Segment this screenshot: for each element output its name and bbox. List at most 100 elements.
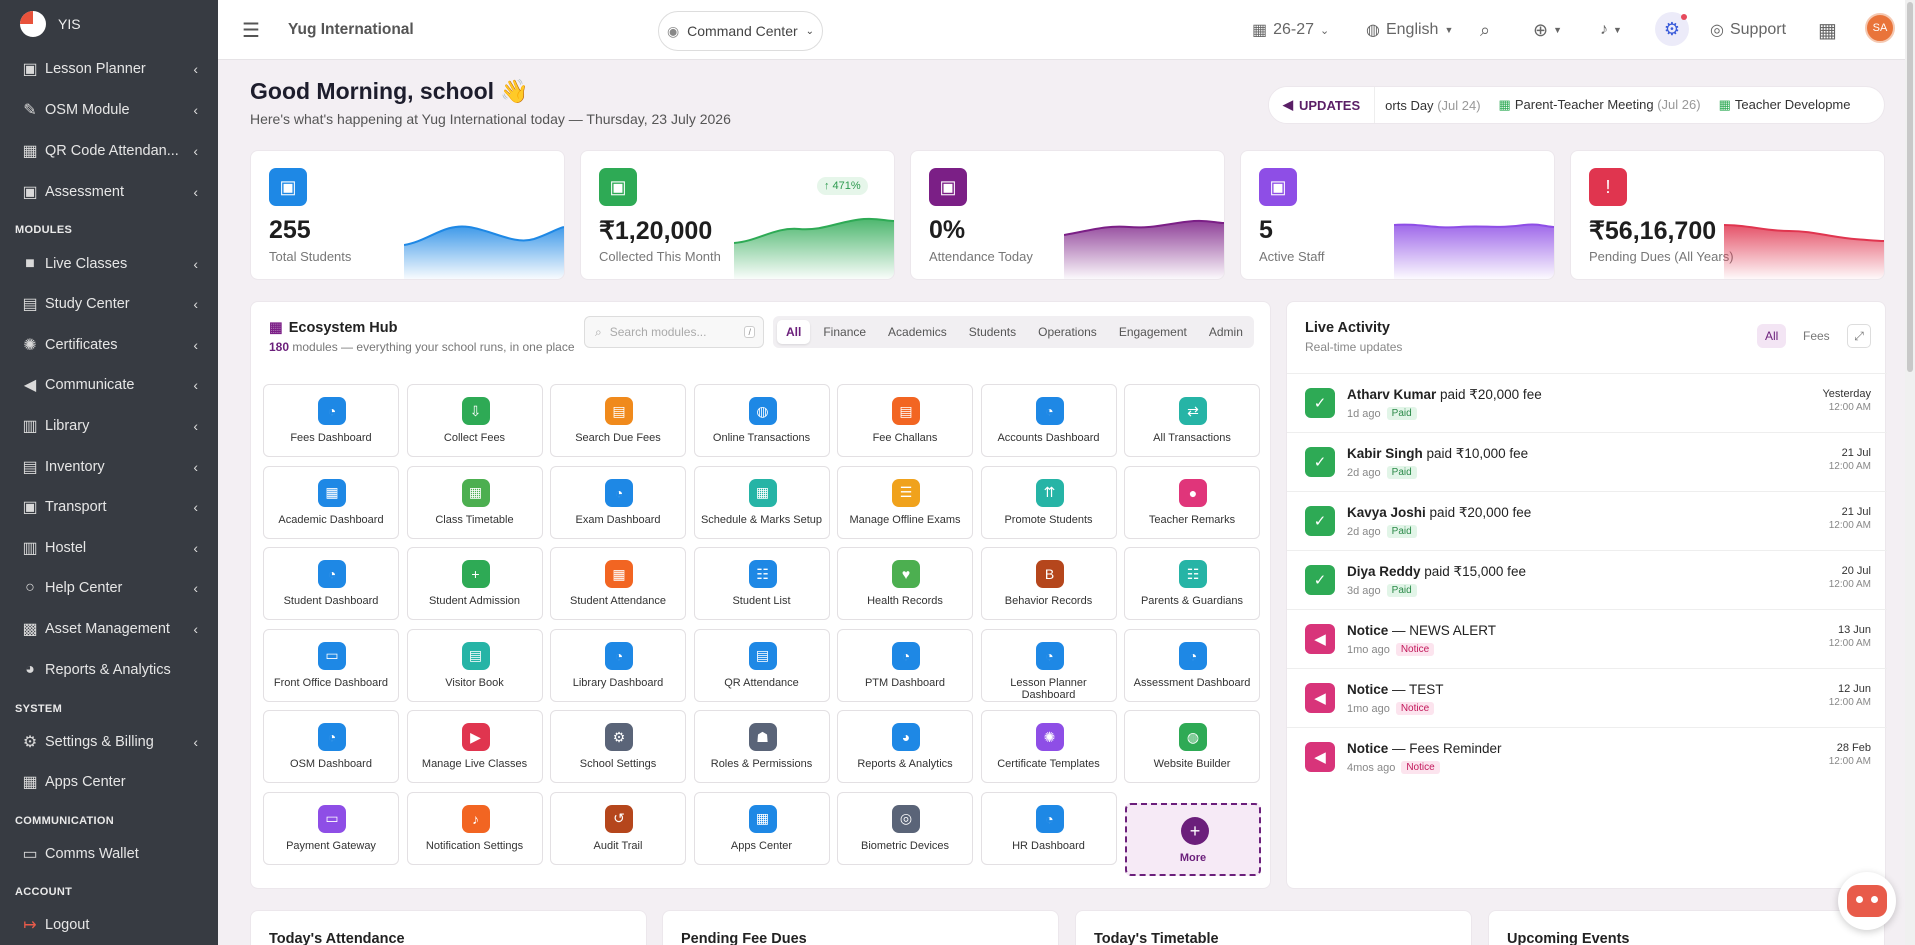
search-icon[interactable]: ⌕ <box>1480 0 1490 60</box>
module-tile[interactable]: ▤ Visitor Book <box>406 628 543 702</box>
module-tile[interactable]: ◔ Library Dashboard <box>550 628 686 702</box>
module-tile[interactable]: ☗ Roles & Permissions <box>693 710 830 783</box>
activity-item[interactable]: ✓ Atharv Kumar paid ₹20,000 fee 1d ago Paid… <box>1287 373 1887 432</box>
module-tile[interactable]: ▤ Search Due Fees <box>550 384 686 457</box>
user-avatar[interactable]: SA <box>1865 13 1895 43</box>
module-tile[interactable]: ◔ HR Dashboard <box>980 791 1117 865</box>
module-tile[interactable]: ♪ Notification Settings <box>406 791 543 865</box>
sidebar-item-inventory[interactable]: ▤ Inventory ‹ <box>0 455 218 479</box>
module-tile[interactable]: ◔ PTM Dashboard <box>837 628 973 702</box>
sidebar-item-settings-billing[interactable]: ⚙ Settings & Billing ‹ <box>0 730 218 754</box>
module-tile[interactable]: ◔ Assessment Dashboard <box>1124 628 1260 702</box>
quick-add-dropdown[interactable]: ⊕ ▼ <box>1533 0 1562 60</box>
tab-finance[interactable]: Finance <box>814 320 875 344</box>
module-tile[interactable]: ▤ QR Attendance <box>693 628 830 702</box>
support-link[interactable]: ◎ Support <box>1710 0 1786 60</box>
settings-gear-icon[interactable]: ⚙ <box>1655 12 1689 46</box>
module-tile[interactable]: ◔ Student Dashboard <box>263 547 399 620</box>
notifications-dropdown[interactable]: ♪ ▼ <box>1600 0 1622 60</box>
module-tile[interactable]: ▦ Student Attendance <box>550 547 686 620</box>
module-tile[interactable]: ● Teacher Remarks <box>1124 465 1260 539</box>
sidebar-item-logout[interactable]: ↦ Logout <box>0 913 218 937</box>
updates-ticker[interactable]: ◀ UPDATES orts Day (Jul 24) ▦ Parent-Teach… <box>1268 86 1885 124</box>
chatbot-assistant-icon[interactable] <box>1838 872 1896 930</box>
module-tile[interactable]: ☷ Parents & Guardians <box>1124 547 1260 620</box>
tab-admin[interactable]: Admin <box>1200 320 1252 344</box>
module-tile[interactable]: ◎ Biometric Devices <box>837 791 973 865</box>
apps-grid-icon[interactable]: ▦ <box>1818 0 1837 60</box>
module-tile[interactable]: ⇈ Promote Students <box>980 465 1117 539</box>
module-tile[interactable]: ◔ Exam Dashboard <box>550 465 686 539</box>
more-modules-button[interactable]: + More <box>1125 803 1261 876</box>
module-tile[interactable]: ◔ OSM Dashboard <box>263 710 399 783</box>
activity-item[interactable]: ✓ Diya Reddy paid ₹15,000 fee 3d ago Paid 20… <box>1287 550 1887 609</box>
sidebar-brand[interactable]: YIS <box>0 0 218 48</box>
sidebar-item-transport[interactable]: ▣ Transport ‹ <box>0 495 218 519</box>
sidebar-item-library[interactable]: ▥ Library ‹ <box>0 414 218 438</box>
sidebar-item-reports-analytics[interactable]: ◕ Reports & Analytics <box>0 658 218 682</box>
tab-fees[interactable]: Fees <box>1795 324 1838 348</box>
module-tile[interactable]: ◔ Fees Dashboard <box>263 384 399 457</box>
module-search-input[interactable]: ⌕ Search modules... / <box>584 316 764 348</box>
update-item[interactable]: ▦ Teacher Developme <box>1719 97 1851 113</box>
command-center-dropdown[interactable]: ◉ Command Center ⌄ <box>658 11 823 51</box>
sidebar-item-communicate[interactable]: ◀ Communicate ‹ <box>0 373 218 397</box>
sidebar-item-apps-center[interactable]: ▦ Apps Center <box>0 770 218 794</box>
module-tile[interactable]: ♥ Health Records <box>837 547 973 620</box>
module-tile[interactable]: ☰ Manage Offline Exams <box>837 465 973 539</box>
sidebar-item-osm-module[interactable]: ✎ OSM Module ‹ <box>0 98 218 122</box>
tab-students[interactable]: Students <box>960 320 1025 344</box>
activity-item[interactable]: ◀ Notice — Fees Reminder 4mos ago Notice 28 … <box>1287 727 1887 786</box>
module-tile[interactable]: ⇄ All Transactions <box>1124 384 1260 457</box>
module-tile[interactable]: + Student Admission <box>406 547 543 620</box>
tab-engagement[interactable]: Engagement <box>1110 320 1196 344</box>
sidebar-item-certificates[interactable]: ✺ Certificates ‹ <box>0 333 218 357</box>
module-tile[interactable]: ⚙ School Settings <box>550 710 686 783</box>
module-tile[interactable]: ◕ Reports & Analytics <box>837 710 973 783</box>
menu-toggle-icon[interactable]: ☰ <box>242 0 260 60</box>
language-dropdown[interactable]: ◍ English ▼ <box>1366 0 1453 60</box>
module-tile[interactable]: ✺ Certificate Templates <box>980 710 1117 783</box>
kpi-card-attendance[interactable]: ▣ 0% Attendance Today <box>910 150 1225 280</box>
module-tile[interactable]: ▦ Schedule & Marks Setup <box>693 465 830 539</box>
sidebar-item-assessment[interactable]: ▣ Assessment ‹ <box>0 180 218 204</box>
update-item[interactable]: orts Day (Jul 24) <box>1385 98 1480 113</box>
kpi-card-active-staff[interactable]: ▣ 5 Active Staff <box>1240 150 1555 280</box>
activity-item[interactable]: ✓ Kabir Singh paid ₹10,000 fee 2d ago Paid 2… <box>1287 432 1887 491</box>
sidebar-item-help-center[interactable]: ○ Help Center ‹ <box>0 576 218 600</box>
module-tile[interactable]: ▦ Apps Center <box>693 791 830 865</box>
sidebar-item-lesson-planner[interactable]: ▣ Lesson Planner ‹ <box>0 57 218 81</box>
module-tile[interactable]: ◍ Website Builder <box>1124 710 1260 783</box>
sidebar-item-comms-wallet[interactable]: ▭ Comms Wallet <box>0 842 218 866</box>
sidebar-item-qr-attendance[interactable]: ▦ QR Code Attendan... ‹ <box>0 139 218 163</box>
tab-all[interactable]: All <box>1757 324 1787 348</box>
module-tile[interactable]: ▦ Academic Dashboard <box>263 465 399 539</box>
kpi-card-pending-dues[interactable]: ! ₹56,16,700 Pending Dues (All Years) <box>1570 150 1885 280</box>
scrollbar-thumb[interactable] <box>1907 2 1913 372</box>
tab-academics[interactable]: Academics <box>879 320 956 344</box>
activity-item[interactable]: ◀ Notice — TEST 1mo ago Notice 12 Jun 12:00 A… <box>1287 668 1887 727</box>
module-tile[interactable]: ◔ Lesson Planner Dashboard <box>980 628 1117 702</box>
activity-item[interactable]: ✓ Kavya Joshi paid ₹20,000 fee 2d ago Paid 2… <box>1287 491 1887 550</box>
module-tile[interactable]: ▭ Payment Gateway <box>263 791 399 865</box>
update-item[interactable]: ▦ Parent-Teacher Meeting (Jul 26) <box>1499 97 1701 113</box>
sidebar-item-hostel[interactable]: ▥ Hostel ‹ <box>0 536 218 560</box>
activity-item[interactable]: ◀ Notice — NEWS ALERT 1mo ago Notice 13 Jun 1… <box>1287 609 1887 668</box>
sidebar-item-study-center[interactable]: ▤ Study Center ‹ <box>0 292 218 316</box>
tab-all[interactable]: All <box>777 320 811 344</box>
module-tile[interactable]: ◔ Accounts Dashboard <box>980 384 1117 457</box>
sidebar-item-asset-management[interactable]: ▩ Asset Management ‹ <box>0 617 218 641</box>
tab-operations[interactable]: Operations <box>1029 320 1106 344</box>
session-dropdown[interactable]: ▦ 26-27 ⌄ <box>1252 0 1329 60</box>
module-tile[interactable]: ◍ Online Transactions <box>693 384 830 457</box>
expand-icon[interactable]: ⤢ <box>1847 324 1871 348</box>
module-tile[interactable]: ▦ Class Timetable <box>406 465 543 539</box>
module-tile[interactable]: ⇩ Collect Fees <box>406 384 543 457</box>
module-tile[interactable]: ▭ Front Office Dashboard <box>263 628 399 702</box>
sidebar-item-live-classes[interactable]: ■ Live Classes ‹ <box>0 252 218 276</box>
module-tile[interactable]: ☷ Student List <box>693 547 830 620</box>
module-tile[interactable]: B Behavior Records <box>980 547 1117 620</box>
module-tile[interactable]: ▶ Manage Live Classes <box>406 710 543 783</box>
kpi-card-total-students[interactable]: ▣ 255 Total Students <box>250 150 565 280</box>
module-tile[interactable]: ↺ Audit Trail <box>550 791 686 865</box>
